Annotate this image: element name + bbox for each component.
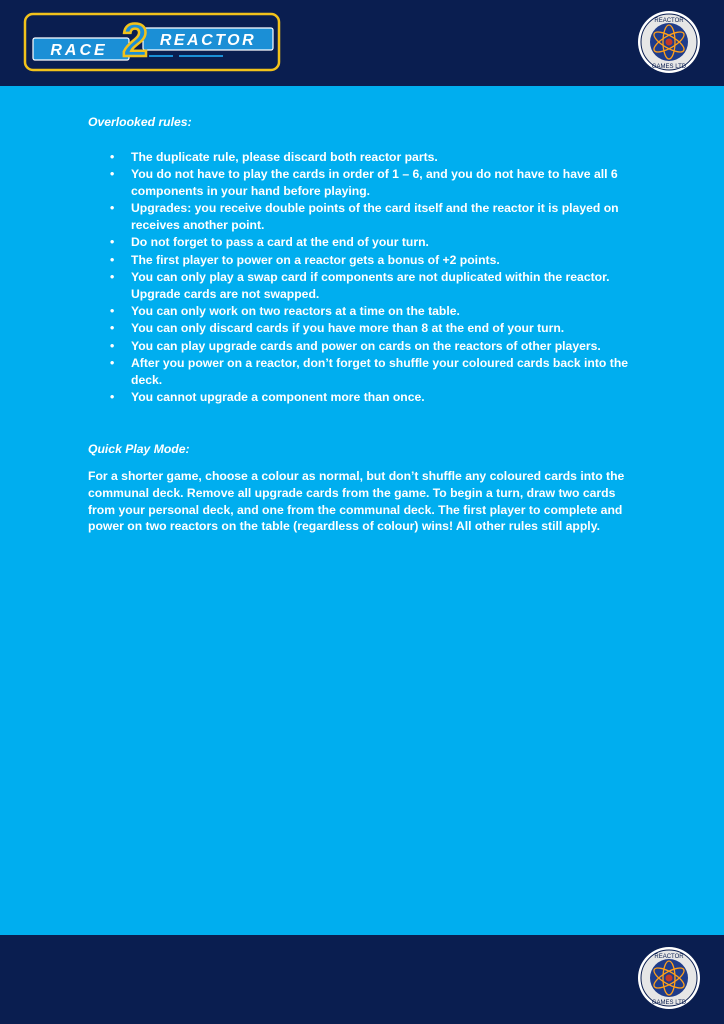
overlooked-rules-heading: Overlooked rules: bbox=[88, 115, 192, 129]
logo-number-2: 2 bbox=[122, 14, 148, 66]
bullet-icon: • bbox=[110, 201, 115, 216]
bullet-icon: • bbox=[110, 338, 115, 353]
reactor-games-badge-bottom: REACTOR GAMES LTD bbox=[638, 947, 700, 1009]
list-item: • You can play upgrade cards and power on… bbox=[110, 338, 601, 353]
list-item: • You can only work on two reactors at a … bbox=[110, 303, 460, 318]
badge-top-text: REACTOR bbox=[654, 18, 684, 24]
list-item: • The first player to power on a reactor … bbox=[110, 252, 500, 267]
list-item: • After you power on a reactor, don’t for… bbox=[110, 355, 629, 387]
bullet-icon: • bbox=[110, 303, 115, 318]
quick-play-paragraph: For a shorter game, choose a colour as n… bbox=[88, 469, 625, 534]
list-item: • You can only play a swap card if compon… bbox=[110, 269, 610, 301]
list-item: • You cannot upgrade a component more tha… bbox=[110, 389, 425, 404]
header-band: RACE 2 REACTOR REACTOR GAMES LTD bbox=[0, 0, 724, 86]
quick-play-heading: Quick Play Mode: bbox=[88, 442, 190, 457]
list-item: • You can only discard cards if you have … bbox=[110, 321, 565, 336]
badge-bottom-text: GAMES LTD bbox=[652, 1000, 687, 1006]
list-item: • The duplicate rule, please discard both… bbox=[110, 149, 438, 164]
rules-content: Overlooked rules: • The duplicate rule, p… bbox=[88, 114, 640, 535]
list-item: • Do not forget to pass a card at the end… bbox=[110, 235, 429, 250]
race-2-reactor-logo: RACE 2 REACTOR bbox=[23, 12, 281, 72]
bullet-icon: • bbox=[110, 167, 115, 182]
bullet-icon: • bbox=[110, 355, 115, 370]
bullet-icon: • bbox=[110, 149, 115, 164]
reactor-games-badge-top: REACTOR GAMES LTD bbox=[638, 11, 700, 73]
badge-top-text: REACTOR bbox=[654, 954, 684, 960]
overlooked-rules-list: • The duplicate rule, please discard both… bbox=[88, 149, 640, 406]
logo-word-reactor: REACTOR bbox=[160, 32, 256, 49]
bullet-icon: • bbox=[110, 252, 115, 267]
badge-bottom-text: GAMES LTD bbox=[652, 64, 687, 70]
footer-band: REACTOR GAMES LTD bbox=[0, 935, 724, 1024]
bullet-icon: • bbox=[110, 389, 115, 404]
bullet-icon: • bbox=[110, 235, 115, 250]
logo-word-race: RACE bbox=[50, 42, 107, 59]
bullet-icon: • bbox=[110, 269, 115, 284]
bullet-icon: • bbox=[110, 321, 115, 336]
list-item: • You do not have to play the cards in or… bbox=[110, 167, 618, 198]
list-item: • Upgrades: you receive double points of … bbox=[110, 201, 619, 232]
